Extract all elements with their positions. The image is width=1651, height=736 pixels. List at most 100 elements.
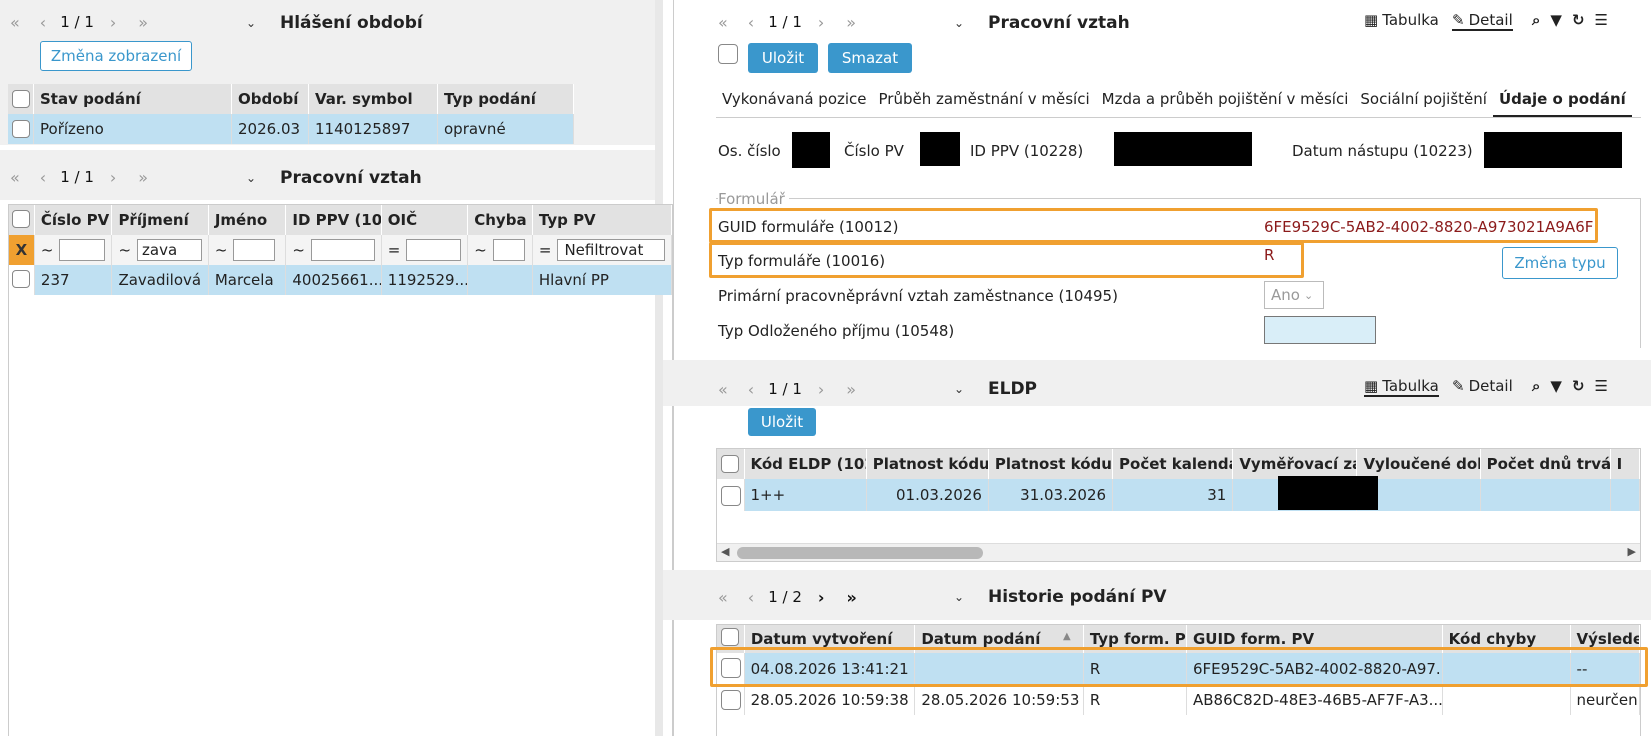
next-page-icon[interactable]: › <box>818 380 824 399</box>
first-page-icon[interactable]: « <box>718 380 728 399</box>
first-page-icon[interactable]: « <box>10 168 20 187</box>
col-header[interactable]: Počet dnů trvání <box>1480 449 1611 479</box>
select-all-checkbox[interactable] <box>721 628 739 646</box>
chevron-down-icon[interactable]: ⌄ <box>246 171 256 185</box>
table-view-button[interactable]: ▦ Tabulka <box>1364 377 1439 397</box>
col-header[interactable]: I <box>1610 449 1640 479</box>
filter-select[interactable]: Nefiltrovat <box>557 239 665 261</box>
last-page-icon[interactable]: » <box>846 380 856 399</box>
menu-icon[interactable]: ☰ <box>1595 377 1608 395</box>
tab-prubeh-zamestnani[interactable]: Průběh zaměstnání v měsíci <box>873 86 1096 117</box>
save-button[interactable]: Uložit <box>748 43 818 73</box>
prev-page-icon[interactable]: ‹ <box>748 380 754 399</box>
col-header[interactable]: Chyba <box>468 205 533 235</box>
first-page-icon[interactable]: « <box>718 588 728 607</box>
col-header[interactable]: Typ PV <box>532 205 672 235</box>
save-button[interactable]: Uložit <box>748 408 816 436</box>
scroll-left-icon[interactable]: ◀ <box>721 545 729 558</box>
row-checkbox[interactable] <box>721 486 741 506</box>
last-page-icon[interactable]: » <box>138 13 148 32</box>
filter-op[interactable]: ~ <box>474 241 487 259</box>
filter-op[interactable]: = <box>388 241 401 259</box>
refresh-icon[interactable]: ↻ <box>1572 377 1585 395</box>
refresh-icon[interactable]: ↻ <box>1572 11 1585 29</box>
row-checkbox[interactable] <box>721 690 741 710</box>
col-header[interactable]: Počet kalendářní <box>1113 449 1234 479</box>
last-page-icon[interactable]: » <box>138 168 148 187</box>
last-page-icon[interactable]: » <box>846 588 856 607</box>
search-icon[interactable]: ⌕ <box>1532 377 1540 395</box>
col-header[interactable]: Vyloučené doby <box>1357 449 1481 479</box>
chevron-down-icon[interactable]: ⌄ <box>246 16 256 30</box>
filter-op[interactable]: ~ <box>215 241 228 259</box>
tab-mzda[interactable]: Mzda a průběh pojištění v měsíci <box>1096 86 1355 117</box>
filter-icon[interactable]: ▼ <box>1550 377 1562 395</box>
first-page-icon[interactable]: « <box>10 13 20 32</box>
col-header[interactable]: Období <box>232 84 309 114</box>
scrollbar-thumb[interactable] <box>737 547 983 559</box>
prev-page-icon[interactable]: ‹ <box>40 168 46 187</box>
next-page-icon[interactable]: › <box>818 13 824 32</box>
clear-filter-button[interactable]: X <box>9 235 35 265</box>
col-header[interactable]: ID PPV (102 <box>286 205 382 235</box>
primarni-select[interactable]: Ano ⌄ <box>1264 281 1324 309</box>
filter-input[interactable] <box>59 239 106 261</box>
filter-input[interactable] <box>492 239 525 261</box>
filter-input[interactable]: zava <box>137 239 202 261</box>
col-header[interactable]: Platnost kódu do <box>988 449 1114 479</box>
odlozeny-input[interactable] <box>1264 316 1376 344</box>
chevron-down-icon[interactable]: ⌄ <box>954 590 964 604</box>
filter-icon[interactable]: ▼ <box>1550 11 1562 29</box>
select-checkbox[interactable] <box>718 44 738 64</box>
col-header[interactable]: Číslo PV <box>34 205 113 235</box>
detail-view-button[interactable]: ✎ Detail <box>1452 377 1513 395</box>
col-header[interactable]: OIČ <box>381 205 469 235</box>
last-page-icon[interactable]: » <box>846 13 856 32</box>
tab-udaje-o-podani[interactable]: Údaje o podání <box>1492 86 1632 117</box>
col-header[interactable]: Vyměřovací zákl <box>1233 449 1358 479</box>
select-all-checkbox[interactable] <box>12 90 30 108</box>
row-checkbox[interactable] <box>12 270 30 288</box>
col-header[interactable]: Jméno <box>208 205 287 235</box>
select-all-checkbox[interactable] <box>721 455 739 473</box>
table-row[interactable]: 237 Zavadilová Marcela 40025661... 11925… <box>9 265 672 295</box>
horizontal-scrollbar[interactable]: ◀ ▶ <box>717 543 1640 561</box>
change-type-button[interactable]: Změna typu <box>1502 247 1618 279</box>
table-view-button[interactable]: ▦ Tabulka <box>1364 11 1439 29</box>
search-icon[interactable]: ⌕ <box>1532 11 1540 29</box>
next-page-icon[interactable]: › <box>110 13 116 32</box>
table-row[interactable]: 1++ 01.03.2026 31.03.2026 31 <box>717 479 1640 511</box>
filter-input[interactable] <box>406 239 462 261</box>
chevron-down-icon[interactable]: ⌄ <box>954 382 964 396</box>
next-page-icon[interactable]: › <box>110 168 116 187</box>
col-header[interactable]: Příjmení <box>112 205 209 235</box>
table-row[interactable]: Pořízeno 2026.03 1140125897 opravné <box>8 114 673 144</box>
menu-icon[interactable]: ☰ <box>1595 11 1608 29</box>
filter-op[interactable]: ~ <box>41 241 54 259</box>
tab-vykonavana-pozice[interactable]: Vykonávaná pozice <box>716 86 873 117</box>
delete-button[interactable]: Smazat <box>828 43 912 73</box>
table-row[interactable]: 28.05.2026 10:59:38 28.05.2026 10:59:53 … <box>717 685 1640 715</box>
filter-op[interactable]: ~ <box>118 241 131 259</box>
prev-page-icon[interactable]: ‹ <box>748 13 754 32</box>
col-header[interactable]: Platnost kódu od <box>866 449 989 479</box>
detail-view-button[interactable]: ✎ Detail <box>1452 11 1513 31</box>
col-header[interactable]: Typ podání <box>438 84 574 114</box>
prev-page-icon[interactable]: ‹ <box>748 588 754 607</box>
sort-asc-icon[interactable]: ▲ <box>1063 631 1071 642</box>
prev-page-icon[interactable]: ‹ <box>40 13 46 32</box>
col-header[interactable]: Var. symbol <box>309 84 438 114</box>
select-all-checkbox[interactable] <box>12 210 30 228</box>
chevron-down-icon[interactable]: ⌄ <box>954 16 964 30</box>
change-view-button[interactable]: Změna zobrazení <box>40 41 192 71</box>
filter-input[interactable] <box>233 239 276 261</box>
next-page-icon[interactable]: › <box>818 588 825 607</box>
row-checkbox[interactable] <box>12 120 30 138</box>
scroll-right-icon[interactable]: ▶ <box>1628 545 1636 558</box>
col-header[interactable]: Kód ELDP (1024 <box>744 449 867 479</box>
tab-socialni[interactable]: Sociální pojištění <box>1354 86 1493 117</box>
first-page-icon[interactable]: « <box>718 13 728 32</box>
col-header[interactable]: Stav podání <box>34 84 232 114</box>
filter-op[interactable]: = <box>539 241 552 259</box>
filter-op[interactable]: ~ <box>292 241 305 259</box>
